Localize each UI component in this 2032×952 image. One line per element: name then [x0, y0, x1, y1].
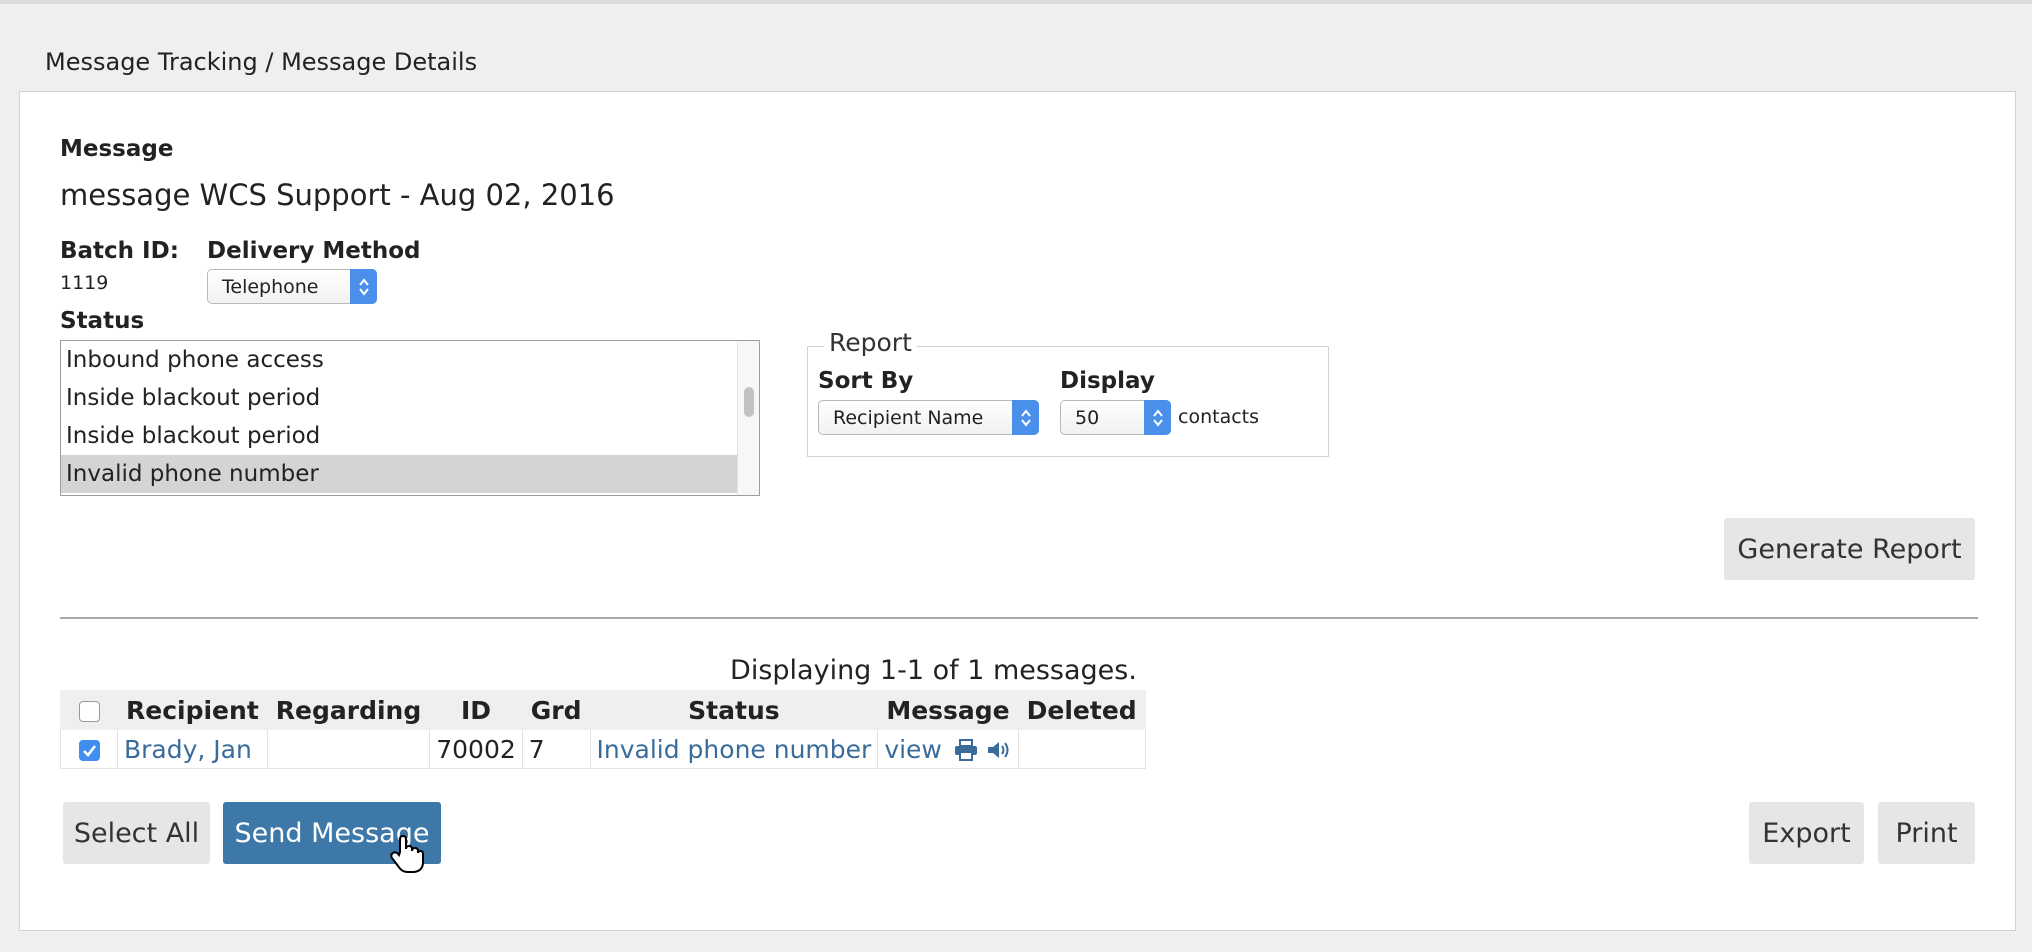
scrollbar-thumb[interactable]	[744, 387, 754, 417]
report-legend: Report	[824, 328, 917, 357]
col-deleted: Deleted	[1017, 690, 1146, 730]
delivery-method-label: Delivery Method	[207, 238, 421, 264]
results-summary-text: Displaying 1-1 of 1 messages.	[730, 655, 1137, 686]
recipient-link[interactable]: Brady, Jan	[117, 729, 268, 769]
delivery-method-value: Telephone	[222, 275, 319, 298]
window-top-edge	[0, 0, 2032, 4]
table-row: Brady, Jan 70002 7 Invalid phone number …	[60, 729, 1146, 769]
message-label: Message	[60, 136, 174, 162]
deleted-cell	[1017, 729, 1146, 769]
batch-id-label: Batch ID:	[60, 238, 179, 264]
updown-arrows-icon	[350, 269, 377, 304]
status-listbox[interactable]: Inbound phone access Inside blackout per…	[60, 340, 760, 496]
export-button[interactable]: Export	[1749, 802, 1864, 864]
regarding-cell	[266, 729, 431, 769]
status-option[interactable]: Inside blackout period	[61, 417, 739, 455]
updown-arrows-icon	[1012, 400, 1039, 435]
listbox-scrollbar[interactable]	[737, 341, 759, 495]
delivery-method-select[interactable]: Telephone	[207, 269, 377, 304]
print-icon[interactable]	[954, 738, 978, 761]
id-cell: 70002	[429, 729, 523, 769]
sort-by-label: Sort By	[818, 368, 914, 394]
updown-arrows-icon	[1144, 400, 1171, 435]
select-all-checkbox[interactable]	[78, 701, 100, 722]
display-count-value: 50	[1075, 406, 1100, 429]
display-label: Display	[1060, 368, 1155, 394]
speaker-icon[interactable]	[986, 739, 1010, 761]
sort-by-value: Recipient Name	[833, 406, 984, 429]
generate-report-button[interactable]: Generate Report	[1724, 518, 1975, 580]
view-link[interactable]: view	[884, 735, 942, 764]
status-link[interactable]: Invalid phone number	[589, 729, 879, 769]
message-title: message WCS Support - Aug 02, 2016	[60, 178, 615, 212]
col-recipient: Recipient	[117, 690, 268, 730]
col-status: Status	[589, 690, 879, 730]
display-suffix: contacts	[1178, 406, 1260, 428]
batch-id-value: 1119	[60, 272, 109, 294]
status-label: Status	[60, 308, 145, 334]
status-option[interactable]: Inbound phone access	[61, 341, 739, 379]
col-message: Message	[877, 690, 1019, 730]
row-checkbox-cell[interactable]	[60, 729, 118, 769]
hand-cursor-icon	[390, 834, 424, 873]
results-summary: Displaying 1-1 of 1 messages.	[20, 655, 2017, 686]
breadcrumb: Message Tracking / Message Details	[45, 48, 478, 76]
sort-by-select[interactable]: Recipient Name	[818, 400, 1039, 435]
results-table: Recipient Regarding ID Grd Status Messag…	[60, 690, 1146, 769]
select-all-checkbox-cell[interactable]	[60, 690, 118, 730]
col-grd: Grd	[521, 690, 591, 730]
section-divider	[60, 617, 1978, 619]
check-icon	[82, 745, 96, 757]
status-option-selected[interactable]: Invalid phone number	[61, 455, 739, 493]
row-checkbox[interactable]	[78, 740, 100, 761]
table-header-row: Recipient Regarding ID Grd Status Messag…	[60, 690, 1146, 730]
col-id: ID	[429, 690, 523, 730]
select-all-button[interactable]: Select All	[63, 802, 210, 864]
print-button[interactable]: Print	[1878, 802, 1975, 864]
message-details-panel: Message message WCS Support - Aug 02, 20…	[19, 91, 2016, 931]
message-cell: view	[877, 729, 1019, 769]
display-count-select[interactable]: 50	[1060, 400, 1171, 435]
col-regarding: Regarding	[266, 690, 431, 730]
status-option[interactable]: Inside blackout period	[61, 379, 739, 417]
grd-cell: 7	[521, 729, 591, 769]
